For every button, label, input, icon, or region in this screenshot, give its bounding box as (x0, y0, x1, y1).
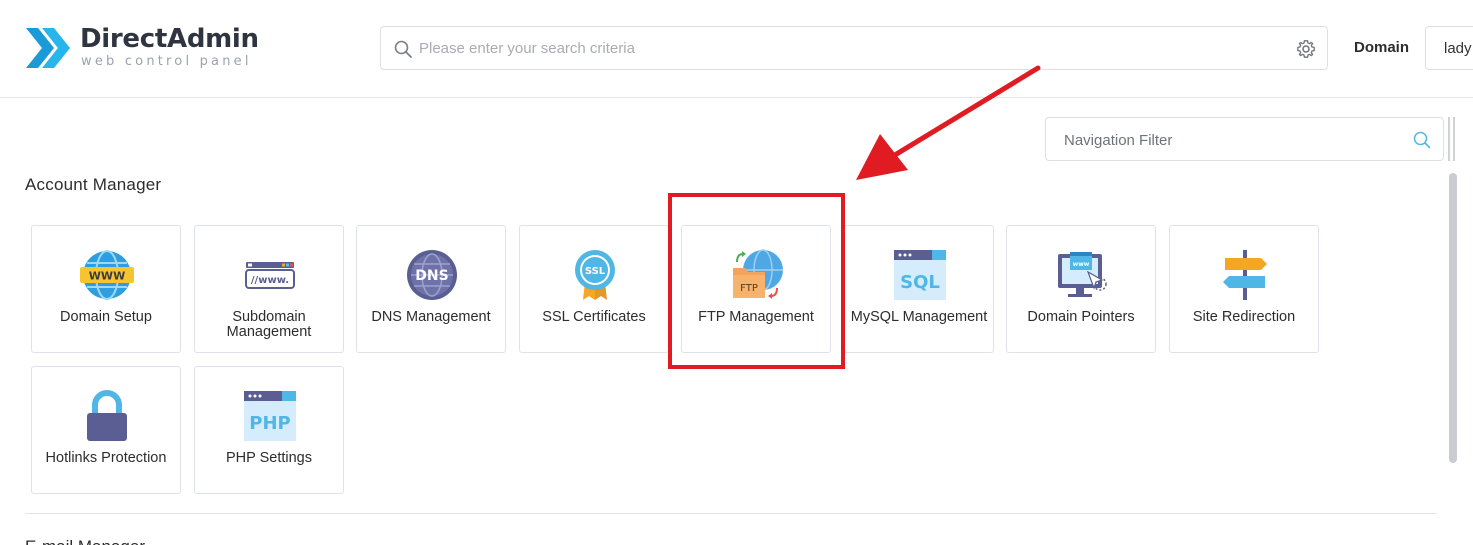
svg-text:DNS: DNS (415, 268, 448, 284)
search-icon (394, 40, 412, 58)
navigation-filter-box (1045, 117, 1444, 161)
navigation-filter-input[interactable] (1064, 128, 1404, 152)
top-header: DirectAdmin web control panel Domain lad… (0, 0, 1473, 98)
dns-globe-icon: DNS (407, 250, 457, 300)
svg-text:SSL: SSL (585, 266, 606, 277)
tile-subdomain-management[interactable]: //www. Subdomain Management (194, 225, 344, 353)
padlock-icon (87, 390, 127, 441)
tile-label: Subdomain Management (226, 309, 312, 340)
svg-text:WWW: WWW (89, 270, 125, 283)
tile-hotlinks-protection[interactable]: Hotlinks Protection (31, 366, 181, 494)
tile-label: SSL Certificates (542, 309, 646, 325)
svg-text:www: www (1073, 261, 1090, 268)
search-input[interactable] (419, 35, 1279, 61)
signpost-icon (1223, 250, 1267, 300)
domain-select[interactable]: lady (1425, 26, 1473, 70)
domain-select-value: lady (1444, 40, 1472, 57)
tile-label: MySQL Management (850, 309, 988, 325)
brand-title: DirectAdmin (80, 24, 259, 54)
tile-domain-pointers[interactable]: www Domain Pointers (1006, 225, 1156, 353)
brand-logo[interactable]: DirectAdmin web control panel (24, 20, 264, 76)
domain-pointer-monitor-icon: www (1058, 252, 1107, 297)
brand-subtitle: web control panel (81, 54, 252, 69)
domain-label: Domain (1354, 39, 1410, 56)
annotation-highlight-box (668, 193, 845, 369)
tile-label: Domain Pointers (1027, 309, 1135, 325)
directadmin-logo-icon (26, 28, 70, 68)
section-divider (25, 513, 1437, 514)
tile-label: PHP Settings (226, 450, 312, 466)
sql-window-icon: SQL (894, 250, 946, 300)
gear-icon[interactable] (1296, 39, 1316, 59)
vertical-scrollbar[interactable] (1449, 173, 1457, 463)
tile-label: Site Redirection (1192, 309, 1296, 325)
tile-ssl-certificates[interactable]: SSL SSL Certificates (519, 225, 669, 353)
tile-site-redirection[interactable]: Site Redirection (1169, 225, 1319, 353)
svg-text:SQL: SQL (900, 272, 940, 293)
php-window-icon: PHP (244, 391, 296, 441)
www-globe-icon: WWW (80, 250, 134, 300)
section-title-email-manager: E-mail Manager (25, 537, 145, 545)
tile-domain-setup[interactable]: WWW Domain Setup (31, 225, 181, 353)
subdomain-icon: //www. (245, 262, 295, 289)
svg-text://www.: //www. (251, 275, 289, 286)
tile-dns-management[interactable]: DNS DNS Management (356, 225, 506, 353)
tile-label: Domain Setup (60, 309, 152, 325)
tile-label: Hotlinks Protection (45, 450, 167, 466)
tile-label: DNS Management (371, 309, 491, 325)
svg-text:PHP: PHP (249, 413, 290, 434)
ssl-badge-icon: SSL (575, 250, 615, 300)
panel-resize-handle[interactable] (1446, 117, 1460, 161)
section-title-account-manager: Account Manager (25, 175, 162, 194)
tile-mysql-management[interactable]: SQL MySQL Management (844, 225, 994, 353)
tile-php-settings[interactable]: PHP PHP Settings (194, 366, 344, 494)
search-icon[interactable] (1412, 130, 1432, 150)
annotation-arrow-icon (856, 65, 1041, 180)
